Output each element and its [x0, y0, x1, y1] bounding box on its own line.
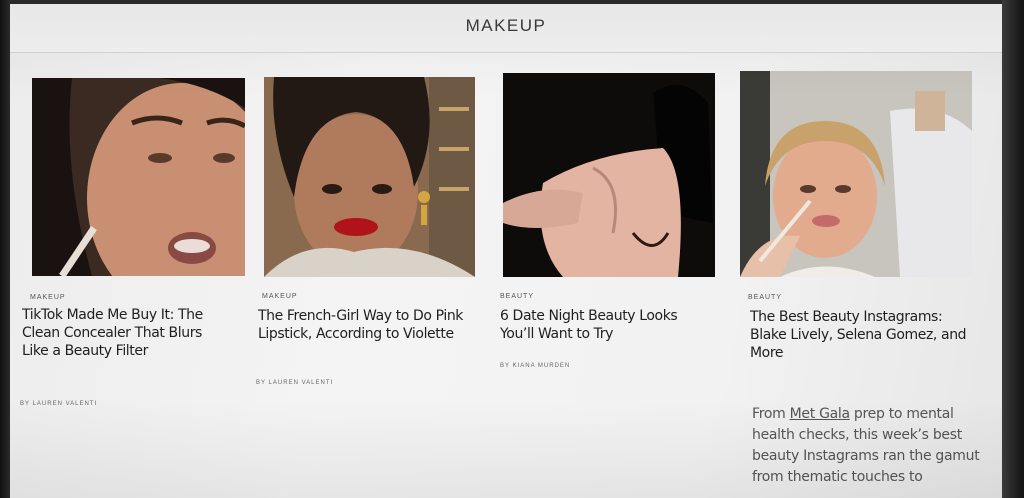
met-gala-link[interactable]: Met Gala: [790, 406, 850, 422]
article-thumbnail-1[interactable]: [32, 78, 245, 276]
article-thumbnail-3[interactable]: [503, 73, 715, 277]
article-category-2: MAKEUP: [262, 293, 298, 300]
article-headline-3[interactable]: 6 Date Night Beauty Looks You’ll Want to…: [500, 307, 715, 343]
article-headline-1[interactable]: TikTok Made Me Buy It: The Clean Conceal…: [22, 306, 227, 360]
article-byline-1[interactable]: BY LAUREN VALENTI: [20, 401, 97, 407]
article-headline-4[interactable]: The Best Beauty Instagrams: Blake Lively…: [750, 308, 975, 362]
section-header: MAKEUP: [10, 4, 1002, 53]
article-category-3: BEAUTY: [500, 293, 535, 300]
article-byline-3[interactable]: BY KIANA MURDEN: [500, 363, 570, 369]
screen: MAKEUP MAKEUP TikTok Made Me Buy It: The…: [0, 0, 1024, 498]
article-headline-2[interactable]: The French-Girl Way to Do Pink Lipstick,…: [258, 307, 468, 343]
article-dek-lead-4: From: [752, 406, 790, 422]
article-thumbnail-4[interactable]: [740, 71, 972, 277]
article-thumbnail-2[interactable]: [264, 77, 475, 277]
article-dek-4: From Met Gala prep to mental health chec…: [752, 404, 988, 488]
device-bezel-top: [0, 0, 1024, 4]
device-bezel-right: [1002, 0, 1024, 498]
article-byline-2[interactable]: BY LAUREN VALENTI: [256, 380, 333, 386]
section-title: MAKEUP: [465, 16, 547, 35]
article-category-4: BEAUTY: [748, 294, 783, 301]
device-bezel-left: [0, 0, 10, 498]
article-category-1: MAKEUP: [30, 294, 66, 301]
